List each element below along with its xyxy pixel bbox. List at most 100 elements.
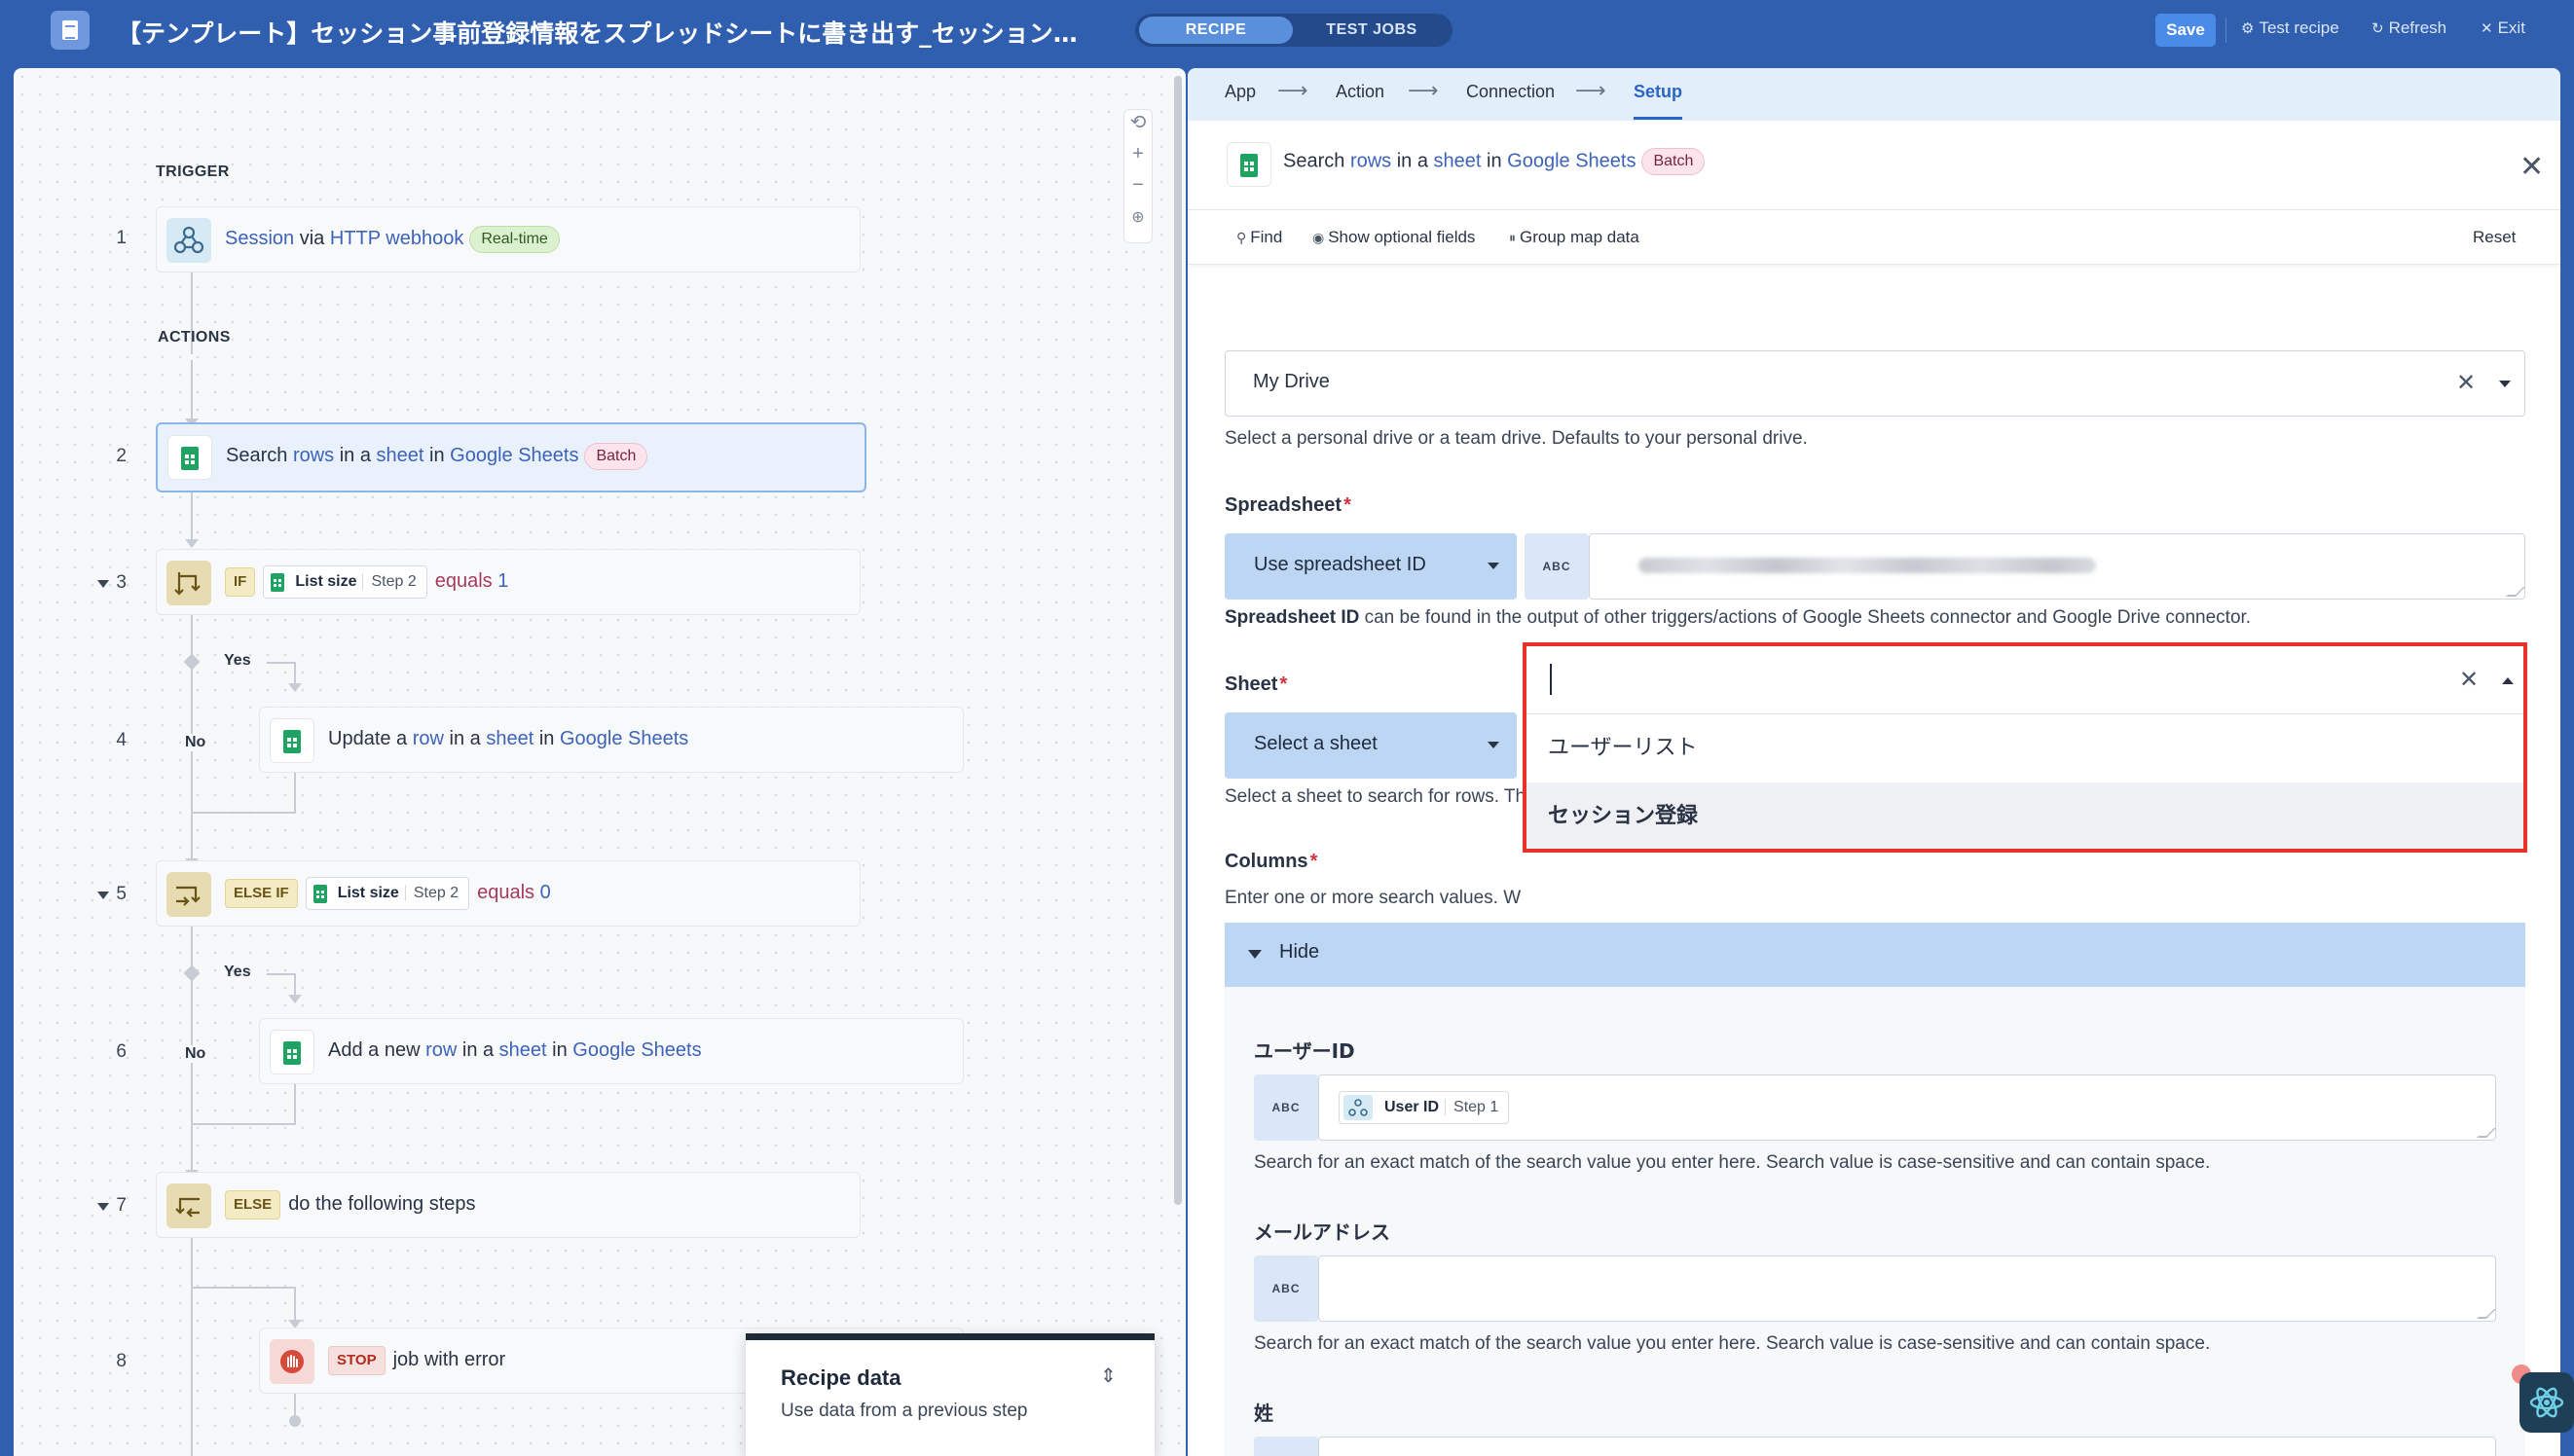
stop-keyword: STOP [328,1345,386,1375]
branch-node [183,965,201,982]
column-label-user-id: ユーザーID [1254,1039,1355,1063]
close-icon[interactable]: ✕ [2519,150,2544,184]
connector-text: in a [457,1039,499,1061]
sheet-search-input[interactable]: ✕ [1526,646,2523,714]
recipe-title[interactable]: 【テンプレート】セッション事前登録情報をスプレッドシートに書き出す_セッション分… [117,15,1100,50]
recipe-icon[interactable] [51,11,90,50]
fit-view-icon[interactable]: ⊕ [1124,207,1152,227]
crumb-app[interactable]: App [1225,82,1256,102]
reset-view-icon[interactable]: ⟲ [1124,110,1152,134]
text-type-badge: ABC [1254,1256,1318,1322]
expand-icon[interactable]: ⇕ [1100,1364,1117,1388]
column-label-email: メールアドレス [1254,1220,1390,1244]
step-number: 2 [116,446,127,466]
arrow-head [288,995,302,1003]
sheets-glyph [1240,154,1258,177]
crumb-setup[interactable]: Setup [1634,82,1683,120]
step-3-if[interactable]: IF List size Step 2 equals 1 [156,549,861,615]
step-6-add-row[interactable]: Add a new row in a sheet in Google Sheet… [259,1018,964,1084]
email-input[interactable] [1318,1256,2496,1322]
clear-icon[interactable]: ✕ [2456,369,2476,397]
connector-text: in a [1391,150,1434,172]
sheet-option[interactable]: セッション登録 [1526,783,2523,849]
google-sheets-icon [270,718,314,763]
text-type-badge: ABC [1254,1074,1318,1141]
resize-handle-icon[interactable] [2477,1309,2496,1319]
form-scroll-area[interactable]: My Drive ✕ Select a personal drive or a … [1188,265,2560,1456]
action-title: Search rows in a sheet in Google Sheets B… [1283,148,1706,175]
no-label: No [181,1045,210,1063]
sheet-mode-select[interactable]: Select a sheet [1225,712,1517,779]
resize-handle-icon[interactable] [2506,587,2525,597]
object-text: rows [1349,150,1392,172]
step-7-else[interactable]: ELSE do the following steps [156,1172,861,1238]
close-icon: ✕ [2481,20,2493,37]
connector-line [294,773,296,814]
resize-handle-icon[interactable] [2477,1128,2496,1138]
columns-hide-toggle[interactable]: Hide [1225,923,2525,987]
crumb-action[interactable]: Action [1336,82,1384,102]
pill-name: List size [295,572,357,590]
object-text: sheet [1433,150,1482,172]
spreadsheet-hint: Spreadsheet ID can be found in the outpu… [1225,607,2251,629]
step-5-else-if[interactable]: ELSE IF List size Step 2 equals 0 [156,860,861,927]
chevron-up-icon[interactable] [2502,677,2514,684]
crumb-connection[interactable]: Connection [1466,82,1555,102]
refresh-label: Refresh [2388,18,2447,37]
connector-text: in [423,445,451,466]
arrow-head [288,683,302,692]
datapill-list-size[interactable]: List size Step 2 [305,876,470,910]
sheets-glyph [283,730,301,753]
canvas-scrollbar[interactable] [1174,76,1182,1205]
datapill-user-id[interactable]: User ID Step 1 [1339,1091,1510,1124]
recipe-canvas[interactable]: ⟲ + − ⊕ TRIGGER 1 Session via HTTP webho… [14,68,1186,1456]
verb-text: Update a [328,728,413,749]
spreadsheet-id-input[interactable] [1589,533,2525,600]
drive-value: My Drive [1253,371,1330,392]
assistant-button[interactable] [2519,1372,2574,1433]
zoom-in-icon[interactable]: + [1124,143,1152,165]
google-sheets-icon [270,1030,314,1074]
app-text: Google Sheets [450,445,579,466]
step-4-update-row[interactable]: Update a row in a sheet in Google Sheets [259,707,964,773]
datapill-list-size[interactable]: List size Step 2 [263,564,427,599]
step-2-search-rows[interactable]: Search rows in a sheet in Google Sheets B… [156,422,866,492]
sheet-dropdown[interactable]: ✕ ユーザーリスト セッション登録 [1523,642,2527,853]
test-recipe-button[interactable]: ⚙ Test recipe [2241,18,2339,38]
exit-button[interactable]: ✕ Exit [2481,18,2525,38]
save-button[interactable]: Save [2155,14,2216,47]
refresh-button[interactable]: ↻ Refresh [2372,18,2446,38]
chevron-down-icon[interactable] [2499,381,2511,387]
last-name-input[interactable] [1318,1437,2496,1456]
drive-select[interactable]: My Drive ✕ [1225,350,2525,417]
step-text: Add a new row in a sheet in Google Sheet… [328,1019,702,1081]
sheet-option[interactable]: ユーザーリスト [1526,714,2523,783]
stop-hand-icon [270,1339,314,1384]
show-optional-fields-button[interactable]: ◉ Show optional fields [1312,228,1475,247]
search-icon: ⚲ [1236,230,1247,245]
tab-test-jobs[interactable]: TEST JOBS [1295,17,1449,44]
clear-icon[interactable]: ✕ [2459,666,2479,694]
connector-text: in [546,1039,573,1061]
reset-button[interactable]: Reset [2473,228,2516,247]
condition-icon [166,872,211,917]
object-text: row [412,728,444,749]
recipe-data-panel[interactable]: Recipe data Use data from a previous ste… [746,1333,1155,1456]
group-map-data-button[interactable]: ⏸ Group map data [1509,228,1639,247]
else-text: do the following steps [288,1193,476,1215]
user-id-input[interactable]: User ID Step 1 [1318,1074,2496,1141]
step-number: 6 [116,1041,127,1062]
no-label: No [181,734,210,751]
step-text: ELSE do the following steps [225,1173,476,1235]
connector-line [191,1123,296,1125]
chevron-down-icon [1488,563,1499,569]
arrow-right-icon: ⟶ [1277,78,1308,102]
step-1-trigger[interactable]: Session via HTTP webhook Real-time [156,206,861,273]
spreadsheet-mode-select[interactable]: Use spreadsheet ID [1225,533,1517,600]
tab-recipe[interactable]: RECIPE [1139,17,1293,44]
verb-text: Search [1283,150,1350,172]
pill-name: List size [337,884,399,901]
find-button[interactable]: ⚲ Find [1236,228,1282,247]
zoom-out-icon[interactable]: − [1124,174,1152,197]
object-text: Session [225,228,295,249]
